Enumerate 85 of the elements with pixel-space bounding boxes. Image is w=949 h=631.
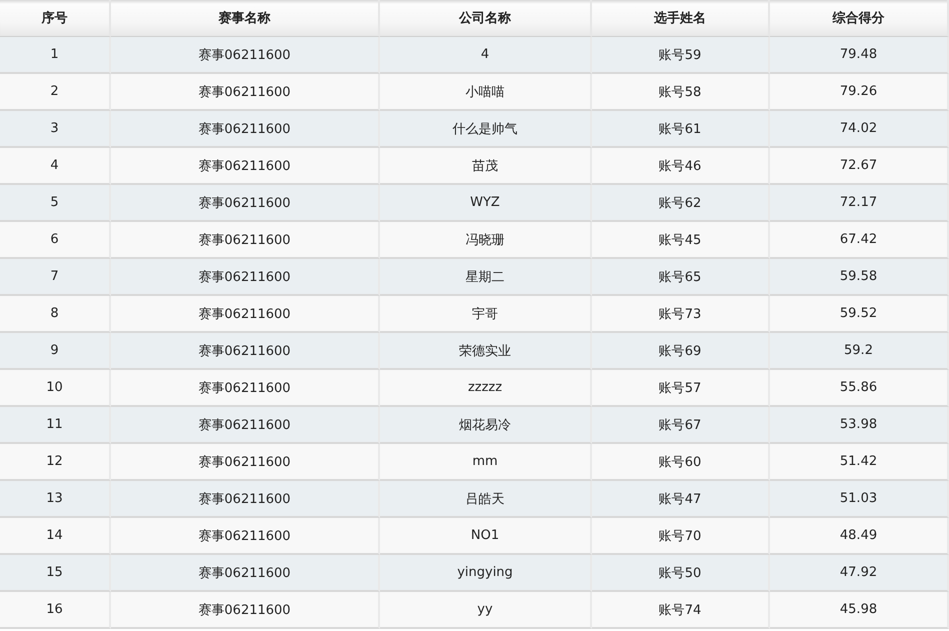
table-cell: 什么是帅气 (380, 111, 592, 148)
table-cell: 4 (0, 148, 111, 185)
table-cell: 11 (0, 407, 111, 444)
table-cell: 赛事06211600 (111, 333, 380, 370)
table-cell: 账号45 (592, 222, 770, 259)
table-cell: 4 (380, 37, 592, 74)
table-cell: 赛事06211600 (111, 444, 380, 481)
table-cell: 账号74 (592, 592, 770, 629)
table-cell: 账号65 (592, 259, 770, 296)
table-cell: 47.92 (770, 555, 949, 592)
table-cell: 51.03 (770, 481, 949, 518)
table-cell: 赛事06211600 (111, 592, 380, 629)
table-cell: 3 (0, 111, 111, 148)
table-cell: 72.17 (770, 185, 949, 222)
table-cell: yy (380, 592, 592, 629)
table-cell: 5 (0, 185, 111, 222)
table-cell: 赛事06211600 (111, 555, 380, 592)
table-cell: 48.49 (770, 518, 949, 555)
table-cell: 账号46 (592, 148, 770, 185)
table-cell: 赛事06211600 (111, 481, 380, 518)
table-cell: mm (380, 444, 592, 481)
table-cell: 16 (0, 592, 111, 629)
table-cell: 72.67 (770, 148, 949, 185)
table-cell: 账号73 (592, 296, 770, 333)
table-cell: 59.52 (770, 296, 949, 333)
table-cell: 赛事06211600 (111, 74, 380, 111)
table-cell: 账号62 (592, 185, 770, 222)
table-cell: 宇哥 (380, 296, 592, 333)
table-cell: 9 (0, 333, 111, 370)
table-cell: zzzzz (380, 370, 592, 407)
table-cell: 账号61 (592, 111, 770, 148)
table-cell: 45.98 (770, 592, 949, 629)
column-header: 选手姓名 (592, 0, 770, 37)
table-cell: 14 (0, 518, 111, 555)
column-header: 综合得分 (770, 0, 949, 37)
table-cell: 苗茂 (380, 148, 592, 185)
column-header: 公司名称 (380, 0, 592, 37)
table-cell: 12 (0, 444, 111, 481)
table-cell: 赛事06211600 (111, 185, 380, 222)
table-cell: 赛事06211600 (111, 111, 380, 148)
table-cell: 67.42 (770, 222, 949, 259)
column-header: 序号 (0, 0, 111, 37)
table-cell: 13 (0, 481, 111, 518)
table-cell: NO1 (380, 518, 592, 555)
table-cell: 赛事06211600 (111, 518, 380, 555)
table-cell: 账号59 (592, 37, 770, 74)
table-cell: 赛事06211600 (111, 222, 380, 259)
table-cell: 1 (0, 37, 111, 74)
table-cell: 账号50 (592, 555, 770, 592)
table-cell: 赛事06211600 (111, 259, 380, 296)
table-cell: 星期二 (380, 259, 592, 296)
table-cell: 小喵喵 (380, 74, 592, 111)
table-cell: 账号60 (592, 444, 770, 481)
table-cell: WYZ (380, 185, 592, 222)
column-header: 赛事名称 (111, 0, 380, 37)
table-cell: 79.48 (770, 37, 949, 74)
table-cell: 55.86 (770, 370, 949, 407)
table-cell: 15 (0, 555, 111, 592)
table-cell: 59.2 (770, 333, 949, 370)
table-cell: 账号47 (592, 481, 770, 518)
table-cell: 79.26 (770, 74, 949, 111)
table-cell: 6 (0, 222, 111, 259)
table-cell: 账号69 (592, 333, 770, 370)
table-cell: 2 (0, 74, 111, 111)
table-cell: 8 (0, 296, 111, 333)
table-cell: 7 (0, 259, 111, 296)
table-cell: 51.42 (770, 444, 949, 481)
table-cell: 赛事06211600 (111, 407, 380, 444)
table-cell: 赛事06211600 (111, 370, 380, 407)
table-cell: 10 (0, 370, 111, 407)
table-cell: 账号67 (592, 407, 770, 444)
table-cell: 账号70 (592, 518, 770, 555)
table-cell: yingying (380, 555, 592, 592)
table-cell: 烟花易冷 (380, 407, 592, 444)
table-cell: 74.02 (770, 111, 949, 148)
table-cell: 账号57 (592, 370, 770, 407)
table-cell: 账号58 (592, 74, 770, 111)
table-cell: 赛事06211600 (111, 37, 380, 74)
table-cell: 吕皓天 (380, 481, 592, 518)
table-cell: 荣德实业 (380, 333, 592, 370)
table-cell: 冯晓珊 (380, 222, 592, 259)
table-cell: 赛事06211600 (111, 296, 380, 333)
table-cell: 赛事06211600 (111, 148, 380, 185)
table-cell: 53.98 (770, 407, 949, 444)
table-cell: 59.58 (770, 259, 949, 296)
